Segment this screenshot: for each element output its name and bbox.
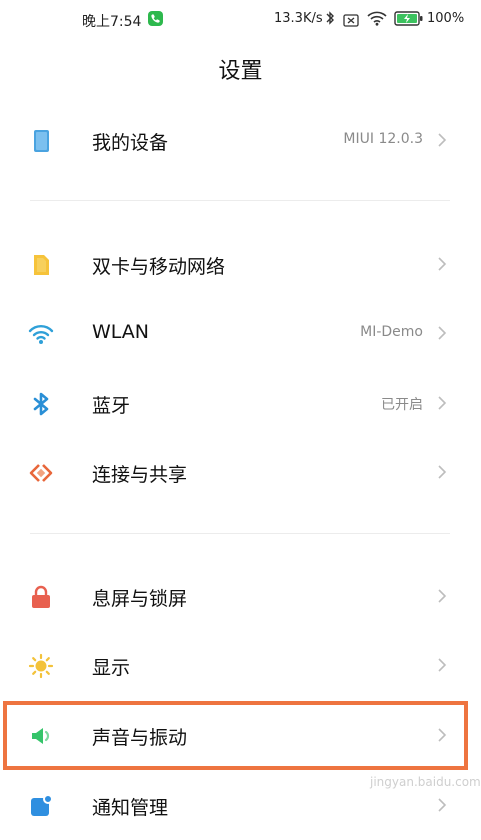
chevron-right-icon [437,256,447,276]
settings-row-label: 蓝牙 [92,395,131,417]
wifi-status-icon [367,10,387,30]
settings-row-label: 我的设备 [92,132,169,154]
settings-row-label: 连接与共享 [92,464,188,486]
chevron-right-icon [437,325,447,345]
settings-row-sim-network[interactable]: 双卡与移动网络 [0,229,481,299]
notification-icon [28,793,54,819]
settings-row-my-device[interactable]: 我的设备 MIUI 12.0.3 [0,105,481,175]
settings-row-value: MIUI 12.0.3 [343,131,423,147]
chevron-right-icon [437,395,447,415]
wifi-icon [28,321,54,347]
sun-icon [28,653,54,679]
battery-charging-icon [394,11,424,30]
settings-row-label: 双卡与移动网络 [92,256,226,278]
settings-row-value: 已开启 [381,397,423,413]
status-time: 晚上7:54 [82,14,142,30]
baidu-jingyan-watermark: jingyan.baidu.com [370,775,481,789]
connection-share-icon [28,460,54,486]
chevron-right-icon [437,797,447,817]
no-sim-icon [343,12,359,31]
settings-row-bluetooth[interactable]: 蓝牙 已开启 [0,368,481,438]
settings-row-value: MI-Demo [360,324,423,340]
settings-row-display[interactable]: 显示 [0,630,481,700]
battery-percent: 100% [427,11,465,26]
settings-row-connection-share[interactable]: 连接与共享 [0,437,481,507]
section-divider [30,200,450,201]
section-divider [30,533,450,534]
lock-icon [28,584,54,610]
highlight-box [3,701,468,770]
status-bar: 晚上7:54 13.3K/s 100% [0,0,481,40]
device-icon [28,128,54,154]
settings-row-label: 显示 [92,657,131,679]
network-speed: 13.3K/s [274,11,323,26]
bluetooth-status-icon [325,10,335,30]
bluetooth-icon [28,391,54,417]
settings-row-label: WLAN [92,321,150,343]
call-active-icon [148,11,163,26]
chevron-right-icon [437,464,447,484]
chevron-right-icon [437,588,447,608]
settings-row-lock-screen[interactable]: 息屏与锁屏 [0,561,481,631]
settings-row-wlan[interactable]: WLAN MI-Demo [0,298,481,368]
sim-card-icon [28,252,54,278]
settings-row-label: 通知管理 [92,797,169,819]
settings-row-label: 息屏与锁屏 [92,588,188,610]
chevron-right-icon [437,657,447,677]
chevron-right-icon [437,132,447,152]
page-title: 设置 [218,59,263,84]
